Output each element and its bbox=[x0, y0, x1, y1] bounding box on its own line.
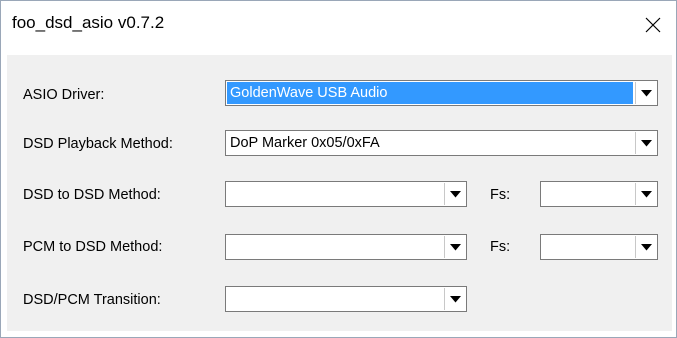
asio-driver-value: GoldenWave USB Audio bbox=[227, 82, 633, 104]
asio-driver-label: ASIO Driver: bbox=[23, 87, 105, 103]
title-bar: foo_dsd_asio v0.7.2 bbox=[1, 1, 676, 55]
dsd-to-dsd-method-dropdown-button[interactable] bbox=[444, 183, 465, 205]
dsd-pcm-transition-label: DSD/PCM Transition: bbox=[23, 292, 161, 308]
chevron-down-icon bbox=[449, 243, 461, 250]
chevron-down-icon bbox=[640, 139, 652, 146]
dsd-playback-method-label: DSD Playback Method: bbox=[23, 136, 173, 152]
dsd-playback-method-value: DoP Marker 0x05/0xFA bbox=[230, 135, 380, 151]
dsd-to-dsd-method-label: DSD to DSD Method: bbox=[23, 187, 161, 203]
pcm-to-dsd-fs-value bbox=[542, 236, 633, 258]
asio-driver-select[interactable]: GoldenWave USB Audio bbox=[225, 80, 658, 106]
pcm-to-dsd-method-label: PCM to DSD Method: bbox=[23, 239, 163, 255]
dsd-playback-method-dropdown-button[interactable] bbox=[635, 132, 656, 154]
dialog-client-area: ASIO Driver: GoldenWave USB Audio DSD Pl… bbox=[7, 55, 672, 331]
dsd-to-dsd-method-value bbox=[227, 183, 442, 205]
pcm-to-dsd-method-dropdown-button[interactable] bbox=[444, 236, 465, 258]
dsd-playback-method-select[interactable]: DoP Marker 0x05/0xFA bbox=[225, 130, 658, 156]
dsd-pcm-transition-value bbox=[227, 288, 442, 310]
dialog-window: foo_dsd_asio v0.7.2 ASIO Driver: GoldenW… bbox=[0, 0, 677, 338]
chevron-down-icon bbox=[449, 295, 461, 302]
dsd-to-dsd-method-select[interactable] bbox=[225, 181, 467, 207]
pcm-to-dsd-method-select[interactable] bbox=[225, 234, 467, 260]
dsd-to-dsd-fs-label: Fs: bbox=[490, 187, 511, 203]
chevron-down-icon bbox=[640, 190, 652, 197]
chevron-down-icon bbox=[640, 243, 652, 250]
close-icon bbox=[645, 17, 661, 33]
close-button[interactable] bbox=[630, 1, 676, 49]
window-title: foo_dsd_asio v0.7.2 bbox=[12, 13, 165, 32]
pcm-to-dsd-method-value bbox=[227, 236, 442, 258]
pcm-to-dsd-fs-select[interactable] bbox=[540, 234, 658, 260]
dsd-pcm-transition-dropdown-button[interactable] bbox=[444, 288, 465, 310]
pcm-to-dsd-fs-label: Fs: bbox=[490, 239, 511, 255]
dsd-pcm-transition-select[interactable] bbox=[225, 286, 467, 312]
chevron-down-icon bbox=[449, 190, 461, 197]
pcm-to-dsd-fs-dropdown-button[interactable] bbox=[635, 236, 656, 258]
asio-driver-dropdown-button[interactable] bbox=[635, 82, 656, 104]
dsd-to-dsd-fs-select[interactable] bbox=[540, 181, 658, 207]
dsd-to-dsd-fs-dropdown-button[interactable] bbox=[635, 183, 656, 205]
dsd-to-dsd-fs-value bbox=[542, 183, 633, 205]
chevron-down-icon bbox=[640, 89, 652, 96]
